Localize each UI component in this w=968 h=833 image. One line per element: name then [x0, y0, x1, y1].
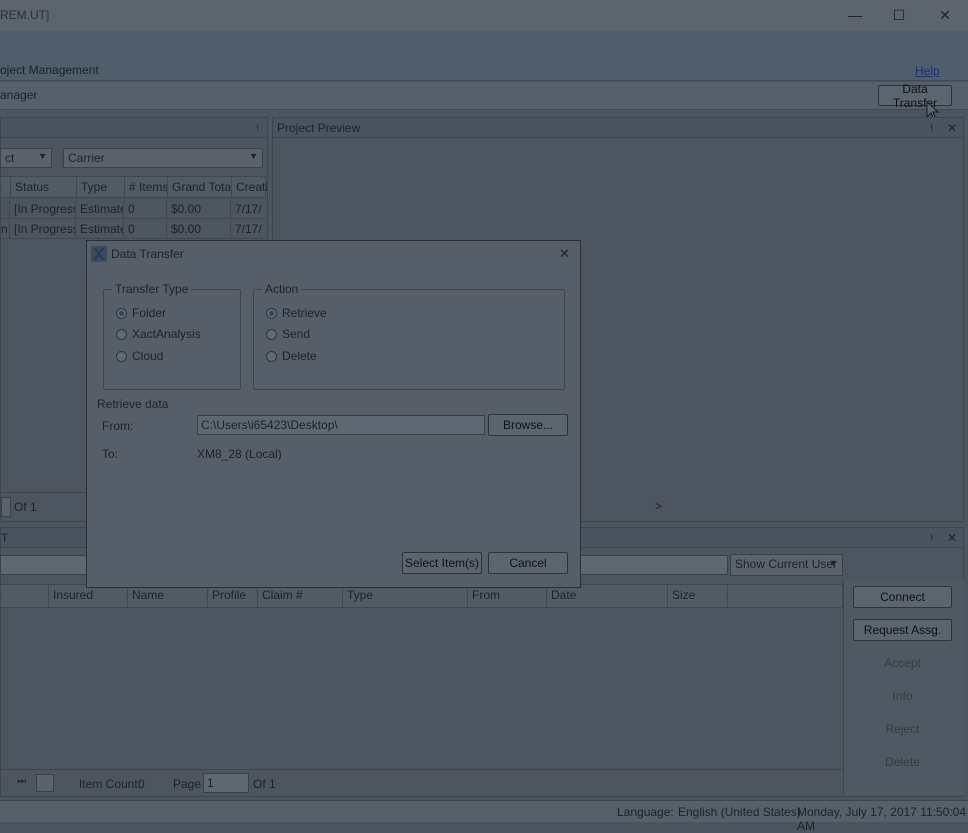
project-list-header: ᚬ: [1, 118, 267, 138]
sub-toolbar: anager Data Transfer: [0, 82, 968, 110]
to-label: To:: [102, 447, 119, 461]
pin-icon[interactable]: ᚬ: [255, 123, 260, 133]
next-arrow[interactable]: >: [655, 499, 662, 513]
chevron-down-icon: ▼: [38, 151, 47, 161]
radio-button[interactable]: [116, 328, 127, 340]
dialog-title-bar: Data Transfer ✕: [87, 241, 580, 268]
column-header[interactable]: Size: [668, 585, 728, 607]
window-title: REM.UT]: [0, 8, 50, 22]
close-window-button[interactable]: ✕: [935, 6, 955, 24]
from-path-input[interactable]: C:\Users\i65423\Desktop\: [197, 415, 485, 435]
column-header[interactable]: Insured: [49, 585, 128, 607]
project-grid-header: Status Type # Items Grand Total Creati: [0, 176, 267, 198]
delete-button[interactable]: Delete: [853, 751, 952, 773]
page-input[interactable]: 1: [203, 773, 249, 793]
column-header[interactable]: Date: [547, 585, 668, 607]
table-row[interactable]: n [In Progress] Estimate 0 $0.00 7/17/: [0, 220, 266, 239]
project-preview-header: Project Preview ᚬ ✕: [273, 118, 963, 138]
radio-button[interactable]: [116, 307, 127, 319]
radio-folder[interactable]: Folder: [116, 306, 166, 320]
data-transfer-dialog: Data Transfer ✕ Transfer Type Folder Xac…: [86, 240, 581, 588]
item-count-value: 0: [138, 777, 145, 791]
table-row[interactable]: [In Progress] Estimate 0 $0.00 7/17/: [0, 200, 266, 219]
data-transfer-button[interactable]: Data Transfer: [878, 82, 952, 110]
action-group: Action Retrieve Send Delete: [253, 282, 565, 390]
request-assignment-button[interactable]: Request Assg.: [853, 619, 952, 641]
connect-button[interactable]: Connect: [853, 586, 952, 608]
app-logo-icon: [91, 246, 107, 262]
column-header[interactable]: Name: [128, 585, 208, 607]
from-label: From:: [102, 419, 134, 433]
page-of-label: Of 1: [14, 500, 37, 514]
radio-xactanalysis[interactable]: XactAnalysis: [116, 327, 201, 341]
radio-cloud[interactable]: Cloud: [116, 349, 163, 363]
filter-select[interactable]: ct ▼: [0, 148, 52, 168]
transfer-type-label: Transfer Type: [112, 282, 192, 296]
radio-button[interactable]: [266, 350, 277, 362]
panel-title: T: [1, 531, 9, 545]
to-value: XM8_28 (Local): [197, 447, 282, 461]
ribbon: [0, 31, 968, 81]
carrier-select-value: Carrier: [68, 151, 105, 165]
chevron-down-icon: ▼: [249, 151, 258, 161]
radio-send[interactable]: Send: [266, 327, 310, 341]
assignment-actions: Connect Request Assg. Accept Info Reject…: [843, 580, 964, 795]
maximize-button[interactable]: ☐: [889, 6, 909, 24]
section-label: Retrieve data: [97, 397, 169, 411]
status-bar: Language: English (United States) Monday…: [0, 800, 968, 833]
transfer-type-group: Transfer Type Folder XactAnalysis Cloud: [103, 282, 241, 390]
title-bar: REM.UT] — ☐ ✕: [0, 0, 968, 31]
user-filter-value: Show Current User: [735, 557, 838, 571]
datetime: Monday, July 17, 2017 11:50:04 AM: [797, 805, 967, 833]
help-link[interactable]: Help: [915, 64, 940, 78]
radio-button[interactable]: [116, 350, 127, 362]
cancel-button[interactable]: Cancel: [488, 552, 568, 574]
assignments-pager: ⏭ Item Count: 0 Page 1 Of 1: [1, 769, 843, 796]
column-header[interactable]: Creati: [232, 177, 267, 197]
action-label: Action: [262, 282, 302, 296]
select-items-button[interactable]: Select Item(s): [402, 552, 482, 574]
carrier-select[interactable]: Carrier ▼: [63, 148, 263, 168]
column-header[interactable]: Type: [343, 585, 468, 607]
column-header[interactable]: # Items: [125, 177, 168, 197]
column-header[interactable]: Grand Total: [168, 177, 232, 197]
radio-delete[interactable]: Delete: [266, 349, 317, 363]
pin-icon[interactable]: ᚬ: [929, 123, 934, 133]
item-count-label: Item Count:: [79, 777, 142, 791]
page-label: Page: [173, 777, 202, 791]
close-icon[interactable]: ✕: [559, 246, 570, 262]
last-page-icon[interactable]: ⏭: [17, 776, 26, 787]
column-header[interactable]: From: [468, 585, 547, 607]
user-filter-select[interactable]: Show Current User ▼: [730, 554, 843, 576]
chevron-down-icon: ▼: [829, 558, 838, 568]
dialog-title: Data Transfer: [111, 247, 184, 261]
language-value: English (United States): [678, 805, 801, 819]
column-header[interactable]: Profile: [208, 585, 258, 607]
language-label: Language:: [617, 805, 674, 819]
project-management-tab[interactable]: oject Management: [0, 63, 99, 77]
radio-button[interactable]: [266, 307, 277, 319]
minimize-button[interactable]: —: [845, 6, 865, 24]
close-icon[interactable]: ✕: [947, 531, 957, 545]
radio-button[interactable]: [266, 328, 277, 340]
page-of-label: Of 1: [253, 777, 276, 791]
accept-button[interactable]: Accept: [853, 652, 952, 674]
page-input[interactable]: [1, 497, 11, 517]
browse-button[interactable]: Browse...: [488, 414, 568, 436]
panel-title: Project Preview: [277, 121, 361, 135]
reject-button[interactable]: Reject: [853, 718, 952, 740]
column-header[interactable]: Claim #: [258, 585, 343, 607]
manager-tab[interactable]: anager: [0, 88, 37, 102]
filter-select-value: ct: [5, 151, 15, 165]
close-icon[interactable]: ✕: [947, 121, 957, 135]
column-header[interactable]: Type: [77, 177, 125, 197]
pin-icon[interactable]: ᚬ: [929, 533, 934, 543]
refresh-icon[interactable]: [36, 774, 54, 792]
radio-retrieve[interactable]: Retrieve: [266, 306, 327, 320]
info-button[interactable]: Info: [853, 685, 952, 707]
column-header[interactable]: Status: [11, 177, 77, 197]
